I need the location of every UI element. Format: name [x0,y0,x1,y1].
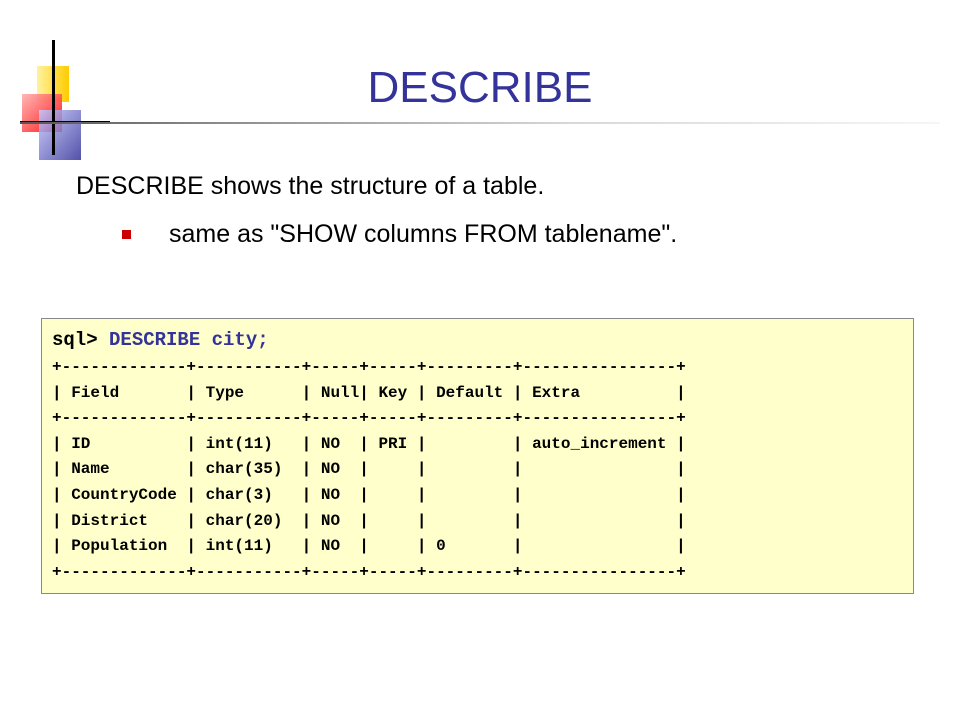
table-header-row: | Field | Type | Null| Key | Default | E… [52,383,686,402]
table-border-top: +-------------+-----------+-----+-----+-… [52,358,686,376]
sql-prompt: sql> [52,329,110,351]
table-row: | Name | char(35) | NO | | | | [52,460,686,479]
slide-title: DESCRIBE [367,63,593,112]
body-text: DESCRIBE shows the structure of a table. [76,172,545,200]
bullet-item: same as "SHOW columns FROM tablename". [122,214,677,254]
table-row: | District | char(20) | NO | | | | [52,511,686,530]
title-underline [20,122,940,124]
describe-output-table: +-------------+-----------+-----+-----+-… [52,355,686,585]
code-block: sql> DESCRIBE city; +-------------+-----… [41,318,914,594]
table-row: | Population | int(11) | NO | | 0 | | [52,537,686,556]
bullet-text: same as "SHOW columns FROM tablename". [169,220,678,248]
table-row: | CountryCode | char(3) | NO | | | | [52,485,686,504]
sql-prompt-line: sql> DESCRIBE city; [52,327,269,353]
sql-command: DESCRIBE city; [109,329,269,351]
table-border-bottom: +-------------+-----------+-----+-----+-… [52,562,686,581]
table-row: | ID | int(11) | NO | PRI | | auto_incre… [52,434,686,453]
square-bullet-icon [122,229,131,239]
table-border-header: +-------------+-----------+-----+-----+-… [52,409,686,428]
